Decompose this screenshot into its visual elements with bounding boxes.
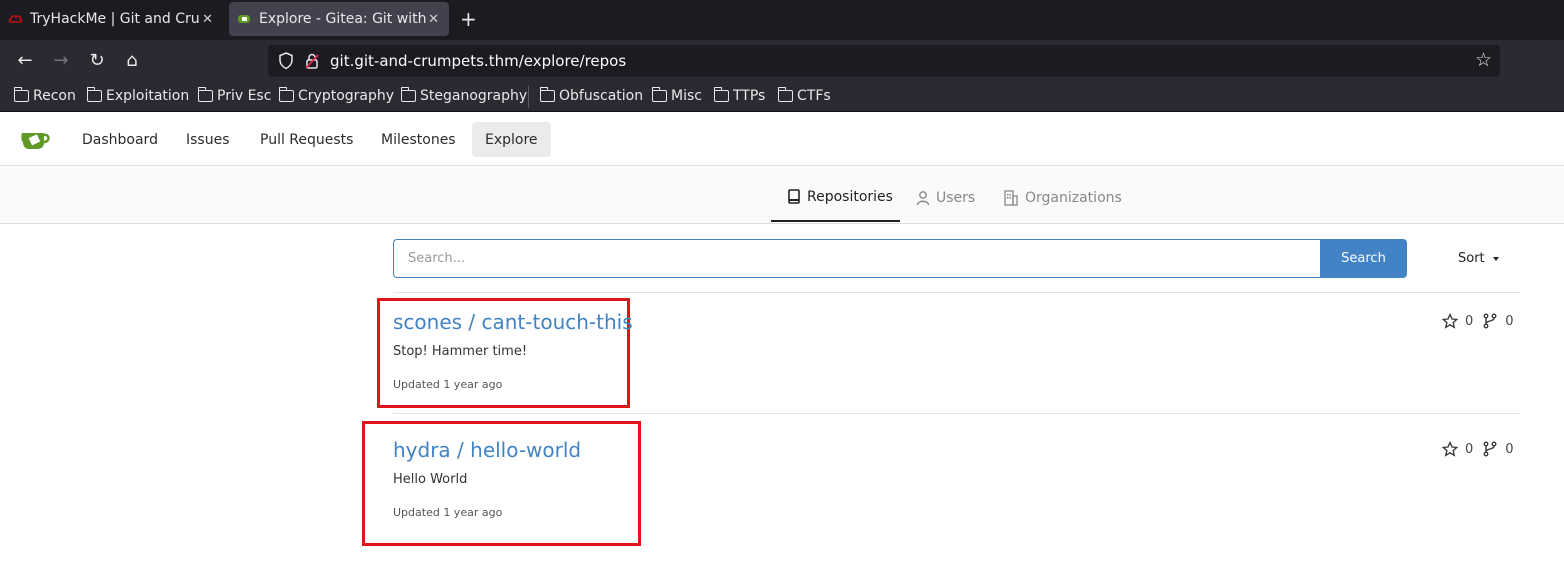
bookmark-label: CTFs (797, 88, 831, 104)
folder-icon (13, 87, 29, 102)
folder-icon (86, 87, 102, 102)
sort-dropdown[interactable]: Sort (1458, 251, 1499, 266)
close-tab-icon[interactable]: ✕ (202, 12, 213, 27)
organization-icon (1004, 190, 1018, 206)
tab-organizations[interactable]: Organizations (1003, 184, 1122, 222)
user-icon (916, 191, 930, 206)
gitea-favicon-icon (237, 11, 253, 27)
tab-users[interactable]: Users (916, 184, 975, 222)
tab-label: Users (936, 190, 976, 206)
repo-link[interactable]: scones / cant-touch-this (393, 310, 633, 334)
bookmark-star-icon[interactable]: ☆ (1475, 49, 1492, 71)
url-text: git.git-and-crumpets.thm/explore/repos (330, 52, 627, 70)
nav-dashboard[interactable]: Dashboard (69, 122, 171, 157)
folder-icon (278, 87, 294, 102)
repo-description: Hello World (393, 472, 468, 487)
bookmark-folder[interactable]: Steganography (400, 87, 528, 104)
sort-label: Sort (1458, 251, 1485, 266)
insecure-lock-icon[interactable] (304, 52, 320, 74)
nav-pull-requests[interactable]: Pull Requests (247, 122, 366, 157)
reload-icon[interactable]: ↻ (86, 50, 108, 71)
tab-label: Organizations (1025, 190, 1122, 206)
new-tab-icon[interactable]: + (460, 7, 477, 31)
repo-updated-time: Updated 1 year ago (393, 378, 503, 391)
list-divider (393, 413, 1520, 414)
repo-updated-time: Updated 1 year ago (393, 506, 503, 519)
nav-explore[interactable]: Explore (472, 122, 551, 157)
bookmark-folder[interactable]: Cryptography (278, 87, 395, 104)
tab-title: Explore - Gitea: Git with a cup of tea (259, 11, 429, 27)
home-icon[interactable]: ⌂ (121, 50, 143, 71)
repo-icon (788, 189, 800, 204)
star-count: 0 (1465, 313, 1474, 329)
fork-icon (1483, 441, 1497, 457)
bookmark-separator (528, 86, 529, 108)
browser-tab-tryhackme[interactable]: TryHackMe | Git and Crumpets ✕ (8, 2, 223, 36)
browser-nav-bar: ← → ↻ ⌂ git.git-and-crumpets.thm/explore… (0, 40, 1564, 82)
repo-link[interactable]: hydra / hello-world (393, 438, 581, 462)
browser-tab-bar: TryHackMe | Git and Crumpets ✕ Explore -… (0, 0, 1564, 40)
caret-down-icon (1492, 256, 1499, 261)
bookmark-label: Priv Esc (217, 88, 272, 104)
tab-repositories[interactable]: Repositories (771, 184, 900, 222)
repo-description: Stop! Hammer time! (393, 344, 528, 359)
bookmark-label: TTPs (733, 88, 766, 104)
shield-icon[interactable] (278, 52, 294, 74)
star-count: 0 (1465, 441, 1474, 457)
bookmarks-bar: Recon Exploitation Priv Esc Cryptography… (0, 82, 1564, 112)
star-icon (1442, 313, 1458, 329)
bookmark-label: Misc (671, 88, 702, 104)
bookmark-label: Cryptography (298, 88, 395, 104)
star-icon (1442, 441, 1458, 457)
folder-icon (539, 87, 555, 102)
bookmark-label: Steganography (420, 88, 528, 104)
fork-count: 0 (1505, 441, 1514, 457)
bookmark-folder[interactable]: CTFs (777, 87, 831, 104)
folder-icon (651, 87, 667, 102)
fork-count: 0 (1505, 313, 1514, 329)
tryhackme-favicon-icon (8, 11, 24, 27)
folder-icon (777, 87, 793, 102)
bookmark-folder[interactable]: Recon (13, 87, 76, 104)
gitea-logo-icon[interactable] (20, 127, 52, 155)
gitea-header: Dashboard Issues Pull Requests Milestone… (0, 113, 1564, 166)
bookmark-folder[interactable]: TTPs (713, 87, 766, 104)
repo-stats: 0 0 (1442, 313, 1520, 329)
fork-icon (1483, 313, 1497, 329)
tab-label: Repositories (807, 189, 893, 205)
browser-tab-gitea[interactable]: Explore - Gitea: Git with a cup of tea ✕ (229, 2, 449, 36)
explore-tabs-bar: Repositories Users Organizations (0, 166, 1564, 224)
nav-issues[interactable]: Issues (173, 122, 243, 157)
folder-icon (197, 87, 213, 102)
bookmark-label: Recon (33, 88, 76, 104)
back-arrow-icon[interactable]: ← (14, 50, 36, 71)
nav-milestones[interactable]: Milestones (368, 122, 469, 157)
forward-arrow-icon[interactable]: → (50, 50, 72, 71)
tab-title: TryHackMe | Git and Crumpets (30, 11, 200, 27)
folder-icon (713, 87, 729, 102)
address-bar[interactable]: git.git-and-crumpets.thm/explore/repos ☆ (268, 45, 1500, 77)
bookmark-label: Obfuscation (559, 88, 644, 104)
bookmark-folder[interactable]: Exploitation (86, 87, 190, 104)
close-tab-icon[interactable]: ✕ (428, 12, 439, 27)
bookmark-folder[interactable]: Misc (651, 87, 702, 104)
list-divider (393, 292, 1520, 293)
search-button[interactable]: Search (1320, 239, 1407, 278)
folder-icon (400, 87, 416, 102)
search-input[interactable] (393, 239, 1321, 278)
bookmark-folder[interactable]: Priv Esc (197, 87, 272, 104)
bookmark-folder[interactable]: Obfuscation (539, 87, 644, 104)
bookmark-label: Exploitation (106, 88, 190, 104)
repo-stats: 0 0 (1442, 441, 1520, 457)
